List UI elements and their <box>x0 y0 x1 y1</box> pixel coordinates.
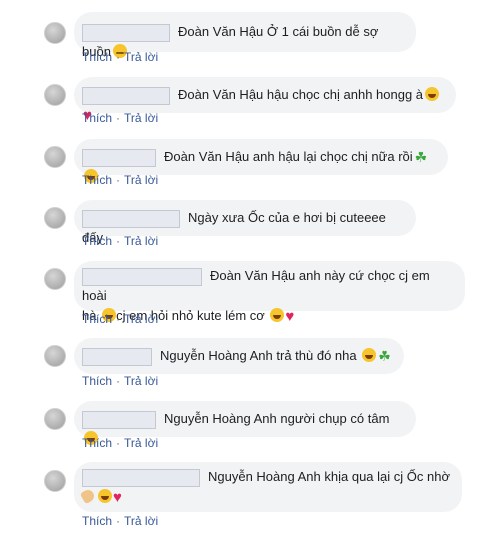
comment-bubble: Nguyễn Hoàng Anh người chụp có tâm <box>74 401 416 445</box>
comment-line-2: ♥ <box>79 487 450 507</box>
heart-icon: ♥ <box>113 489 122 506</box>
avatar[interactable] <box>44 345 66 367</box>
avatar[interactable] <box>44 470 66 492</box>
commenter-name-redacted[interactable] <box>82 267 202 286</box>
reply-link[interactable]: Trả lời <box>124 173 158 187</box>
reply-link[interactable]: Trả lời <box>124 374 158 388</box>
reply-link[interactable]: Trả lời <box>124 312 158 326</box>
mention-link[interactable]: Đoàn Văn Hậu <box>178 24 263 39</box>
like-link[interactable]: Thích <box>82 436 112 450</box>
comment-bubble: Nguyễn Hoàng Anh khịa qua lại cj Ốc nhờ … <box>74 462 462 512</box>
comment-actions: Thích · Trả lời <box>82 234 158 248</box>
avatar[interactable] <box>44 268 66 290</box>
commenter-name-redacted[interactable] <box>82 209 180 228</box>
reply-link[interactable]: Trả lời <box>124 514 158 528</box>
comment-actions: Thích · Trả lời <box>82 374 158 388</box>
comment-actions: Thích · Trả lời <box>82 436 158 450</box>
like-link[interactable]: Thích <box>82 234 112 248</box>
comment-line-1: Đoàn Văn Hậu anh này cứ chọc cj em hoài <box>82 266 453 306</box>
separator: · <box>116 173 121 187</box>
reply-link[interactable]: Trả lời <box>124 50 158 64</box>
comment-bubble: Đoàn Văn Hậu anh này cứ chọc cj em hoài … <box>74 261 465 324</box>
comment-text: trả thù đó nha <box>276 348 357 363</box>
like-link[interactable]: Thích <box>82 50 112 64</box>
like-link[interactable]: Thích <box>82 173 112 187</box>
separator: · <box>116 50 121 64</box>
comment-actions: Thích · Trả lời <box>82 111 158 125</box>
commenter-name-redacted[interactable] <box>82 410 156 429</box>
commenter-name-redacted[interactable] <box>82 347 152 366</box>
reply-link[interactable]: Trả lời <box>124 234 158 248</box>
commenter-name-redacted[interactable] <box>82 468 200 487</box>
grinning-emoji <box>362 348 377 362</box>
avatar[interactable] <box>44 84 66 106</box>
separator: · <box>116 312 121 326</box>
like-link[interactable]: Thích <box>82 374 112 388</box>
separator: · <box>116 436 121 450</box>
separator: · <box>116 234 121 248</box>
separator: · <box>116 111 121 125</box>
avatar[interactable] <box>44 22 66 44</box>
comment-text: anh hậu lại chọc chị nữa rồi <box>252 149 413 164</box>
comment-bubble: Đoàn Văn Hậu Ở 1 cái buồn dễ sợ buồn <box>74 12 416 59</box>
commenter-name-redacted[interactable] <box>82 148 156 167</box>
comment-actions: Thích · Trả lời <box>82 312 158 326</box>
like-link[interactable]: Thích <box>82 514 112 528</box>
laughing-emoji <box>425 87 440 101</box>
comment-actions: Thích · Trả lời <box>82 514 158 528</box>
avatar[interactable] <box>44 408 66 430</box>
grinning-emoji <box>270 308 285 322</box>
commenter-name-redacted[interactable] <box>82 23 170 42</box>
comment-bubble: Ngày xưa Ốc của e hơi bị cuteeee đấy <box>74 200 416 245</box>
comment-bubble: Đoàn Văn Hậu anh hậu lại chọc chị nữa rồ… <box>74 139 448 183</box>
reply-link[interactable]: Trả lời <box>124 436 158 450</box>
comment-bubble: Nguyễn Hoàng Anh trả thù đó nha ☘ <box>74 338 404 374</box>
comment-text: người chụp có tâm <box>280 411 390 426</box>
mention-link[interactable]: Đoàn Văn Hậu <box>164 149 249 164</box>
mention-link[interactable]: Nguyễn Hoàng Anh <box>160 348 273 363</box>
reply-link[interactable]: Trả lời <box>124 111 158 125</box>
comment-bubble: Đoàn Văn Hậu hậu chọc chị anhh hongg à♥ <box>74 77 456 123</box>
waving-hand-emoji <box>79 487 97 505</box>
avatar[interactable] <box>44 146 66 168</box>
mention-link[interactable]: Đoàn Văn Hậu <box>210 268 295 283</box>
four-leaf-clover-icon: ☘ <box>378 348 391 364</box>
heart-icon: ♥ <box>285 308 295 325</box>
comment-text: hậu chọc chị anhh hongg à <box>266 87 424 102</box>
commenter-name-redacted[interactable] <box>82 86 170 105</box>
like-link[interactable]: Thích <box>82 111 112 125</box>
mention-link[interactable]: Nguyễn Hoàng Anh <box>208 469 321 484</box>
mention-link[interactable]: Đoàn Văn Hậu <box>178 87 263 102</box>
comment-actions: Thích · Trả lời <box>82 50 158 64</box>
comment-text: khịa qua lại cj Ốc nhờ <box>324 469 450 484</box>
comment-line-1: Nguyễn Hoàng Anh khịa qua lại cj Ốc nhờ <box>82 467 450 487</box>
separator: · <box>116 374 121 388</box>
mention-link[interactable]: Nguyễn Hoàng Anh <box>164 411 277 426</box>
avatar[interactable] <box>44 207 66 229</box>
grinning-emoji <box>98 489 112 503</box>
like-link[interactable]: Thích <box>82 312 112 326</box>
separator: · <box>116 514 121 528</box>
comment-actions: Thích · Trả lời <box>82 173 158 187</box>
four-leaf-clover-icon: ☘ <box>414 149 428 165</box>
